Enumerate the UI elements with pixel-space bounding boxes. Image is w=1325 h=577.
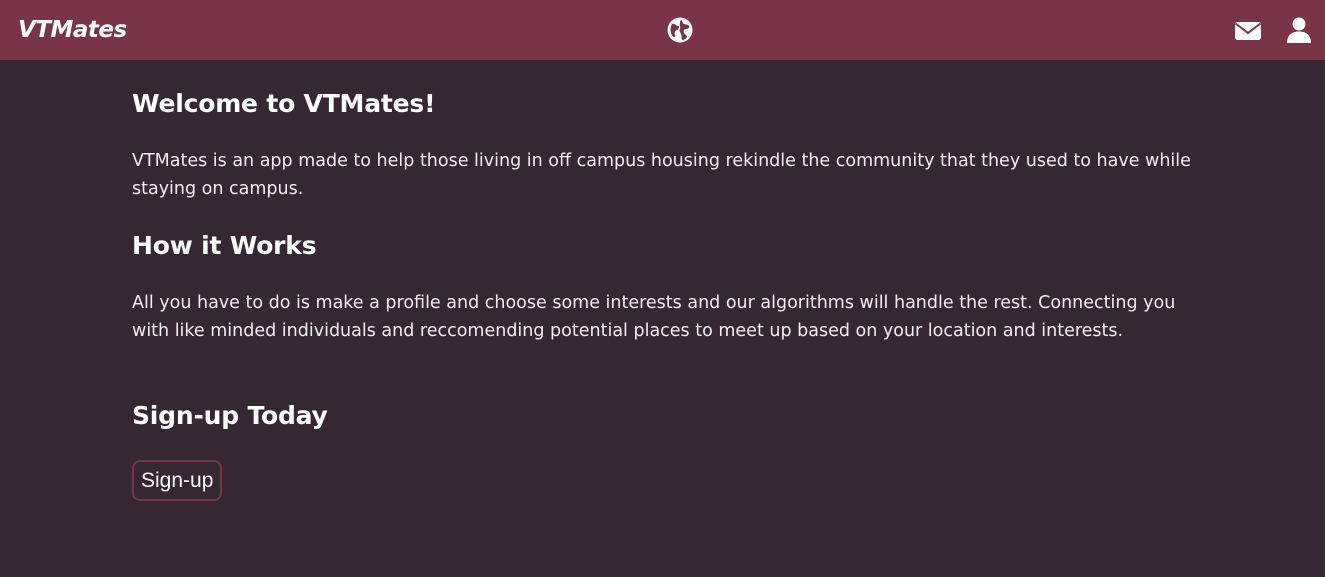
envelope-icon[interactable] [1233,17,1263,45]
how-it-works-paragraph: All you have to do is make a profile and… [132,293,1176,341]
welcome-heading: Welcome to VTMates! [132,89,436,118]
brand-logo[interactable]: VTMates [18,14,127,46]
globe-icon[interactable] [666,16,694,44]
how-it-works-heading: How it Works [132,231,317,260]
user-icon[interactable] [1285,16,1313,44]
intro-paragraph: VTMates is an app made to help those liv… [132,151,1191,199]
signup-heading: Sign-up Today [132,401,328,430]
signup-button[interactable]: Sign-up [132,460,223,501]
top-navbar: VTMates [0,0,1325,60]
